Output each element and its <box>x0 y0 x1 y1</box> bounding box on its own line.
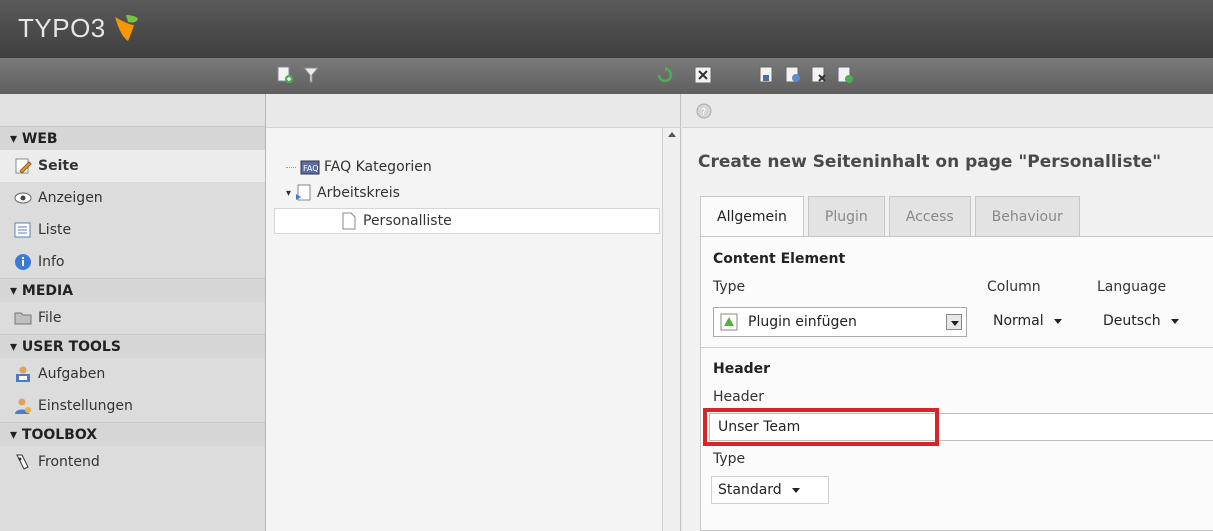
dropdown-arrow-icon[interactable] <box>946 314 962 330</box>
section-toolbox[interactable]: ▾ TOOLBOX <box>0 422 265 446</box>
column-value: Normal <box>993 313 1044 329</box>
frontend-icon <box>16 454 29 470</box>
tree-item-label: Personalliste <box>363 213 452 229</box>
column-label: Column <box>987 279 1041 295</box>
page-edit-icon <box>15 158 32 174</box>
menu-item-einstellungen[interactable]: Einstellungen <box>0 390 265 422</box>
svg-text:?: ? <box>701 107 706 118</box>
logo-text: TYPO3 <box>18 12 106 43</box>
folder-icon <box>14 312 32 325</box>
tasks-icon <box>16 366 30 382</box>
type-label: Type <box>713 279 746 295</box>
menu-item-aufgaben[interactable]: Aufgaben <box>0 358 265 390</box>
menu-item-label: File <box>38 310 62 326</box>
save-and-close-icon[interactable] <box>810 66 828 84</box>
section-user-tools[interactable]: ▾ USER TOOLS <box>0 334 265 358</box>
plugin-icon <box>720 313 738 331</box>
menu-item-label: Aufgaben <box>38 366 106 382</box>
content-type-value: Plugin einfügen <box>748 314 857 330</box>
header-field-label: Header <box>713 389 764 405</box>
menu-item-label: Seite <box>38 158 79 174</box>
save-and-view-icon[interactable] <box>784 66 802 84</box>
typo3-logo[interactable]: TYPO3 <box>18 10 140 46</box>
language-label: Language <box>1097 279 1167 295</box>
menu-item-liste[interactable]: Liste <box>0 214 265 246</box>
tree-item-label: Arbeitskreis <box>317 185 400 201</box>
content-element-heading: Content Element <box>713 251 846 267</box>
header-type-value: Standard <box>718 482 782 498</box>
info-icon <box>15 254 31 270</box>
menu-item-file[interactable]: File <box>0 302 265 334</box>
tab-plugin[interactable]: Plugin <box>807 196 885 236</box>
tree-item-arbeitskreis[interactable]: ▾ Arbeitskreis <box>286 180 400 206</box>
language-value: Deutsch <box>1103 313 1161 329</box>
content-area: ? Create new Seiteninhalt on page "Perso… <box>682 94 1213 531</box>
tab-access[interactable]: Access <box>888 196 971 236</box>
header-type-label: Type <box>713 451 746 467</box>
tree-scrollbar[interactable] <box>662 128 680 531</box>
menu-item-label: Info <box>38 254 65 270</box>
highlight-box <box>703 408 939 446</box>
menu-item-info[interactable]: Info <box>0 246 265 278</box>
page-folder-icon <box>296 184 311 201</box>
refresh-icon[interactable] <box>656 66 674 84</box>
column-select[interactable]: Normal <box>987 307 1062 335</box>
section-web[interactable]: ▾ WEB <box>0 126 265 150</box>
page-tree-header <box>266 94 680 128</box>
tree-item-faq-kategorien[interactable]: FAQ FAQ Kategorien <box>286 154 432 180</box>
tab-behaviour[interactable]: Behaviour <box>974 196 1080 236</box>
save-and-new-icon[interactable] <box>836 66 854 84</box>
header-heading: Header <box>713 361 771 377</box>
menu-item-label: Liste <box>38 222 72 238</box>
module-menu: ▾ WEB Seite Anzeigen Liste Info ▾ MEDIA … <box>0 94 266 531</box>
page-title: Create new Seiteninhalt on page "Persona… <box>698 152 1162 172</box>
chevron-down-icon <box>791 487 800 493</box>
menu-item-seite[interactable]: Seite <box>0 150 265 182</box>
tree-item-label: FAQ Kategorien <box>324 159 432 175</box>
typo3-logo-icon <box>114 15 138 41</box>
help-icon[interactable]: ? <box>696 103 712 119</box>
user-settings-icon <box>15 398 31 414</box>
expand-toggle-icon[interactable]: ▾ <box>286 188 291 199</box>
top-bar: TYPO3 <box>0 0 1213 58</box>
section-media[interactable]: ▾ MEDIA <box>0 278 265 302</box>
page-tree-panel: FAQ FAQ Kategorien ▾ Arbeitskreis Person… <box>266 94 681 531</box>
content-type-select[interactable]: Plugin einfügen <box>713 307 967 337</box>
menu-item-label: Einstellungen <box>38 398 133 414</box>
scroll-up-icon[interactable] <box>668 132 676 137</box>
tab-allgemein[interactable]: Allgemein <box>700 196 804 236</box>
chevron-down-icon <box>1053 318 1062 324</box>
content-header: ? <box>682 94 1213 128</box>
tab-bar: Allgemein Plugin Access Behaviour <box>700 196 1084 236</box>
form-panel: Content Element Type Column Language Plu… <box>700 236 1213 531</box>
language-select[interactable]: Deutsch <box>1097 307 1179 335</box>
header-type-select[interactable]: Standard <box>711 476 829 504</box>
filter-icon[interactable] <box>302 66 320 84</box>
menu-item-frontend[interactable]: Frontend <box>0 446 265 478</box>
eye-icon <box>14 192 32 204</box>
svg-text:FAQ: FAQ <box>303 164 319 173</box>
menu-item-label: Anzeigen <box>38 190 103 206</box>
page-icon <box>342 212 356 230</box>
save-icon[interactable] <box>758 66 776 84</box>
new-page-icon[interactable] <box>276 66 294 84</box>
close-icon[interactable] <box>694 66 712 84</box>
menu-item-anzeigen[interactable]: Anzeigen <box>0 182 265 214</box>
toolbar <box>0 58 1213 94</box>
chevron-down-icon <box>1170 318 1179 324</box>
tree-item-personalliste[interactable]: Personalliste <box>274 208 660 234</box>
faq-folder-icon: FAQ <box>300 160 320 175</box>
section-divider <box>701 347 1213 348</box>
list-icon <box>14 222 31 238</box>
menu-item-label: Frontend <box>38 454 100 470</box>
